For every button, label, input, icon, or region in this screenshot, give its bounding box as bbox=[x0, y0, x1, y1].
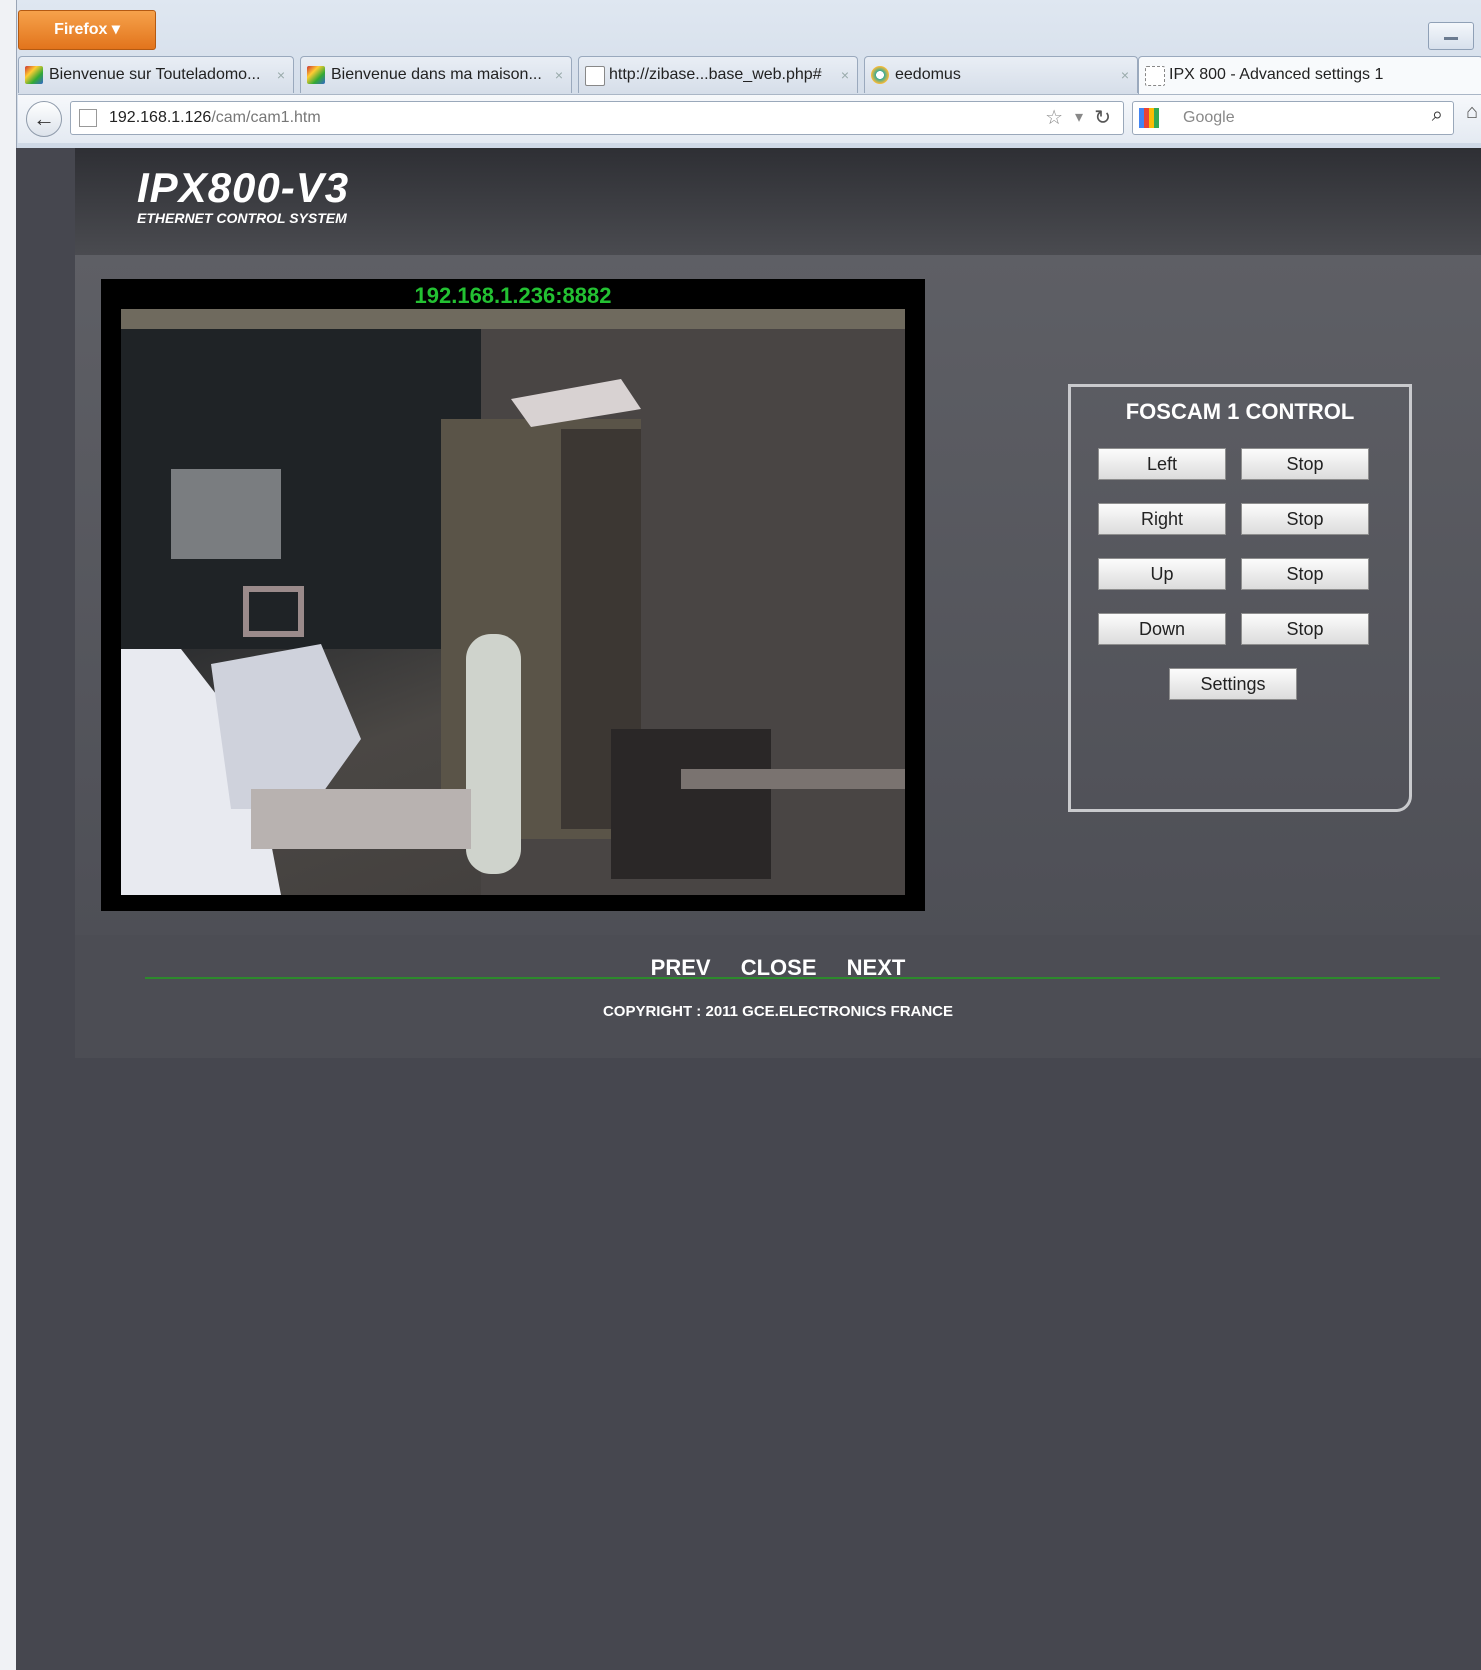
camera-frame: 192.168.1.236:8882 bbox=[101, 279, 925, 911]
site-favicon-icon bbox=[307, 66, 325, 84]
footer-divider bbox=[145, 977, 1440, 979]
search-placeholder: Google bbox=[1183, 109, 1235, 126]
url-host: 192.168.1.126 bbox=[109, 109, 212, 126]
window-left-edge bbox=[0, 0, 17, 1670]
bookmark-star-icon[interactable]: ☆ bbox=[1045, 105, 1063, 130]
pan-right-button[interactable]: Right bbox=[1098, 503, 1226, 535]
foscam-control-box: FOSCAM 1 CONTROL Left Stop Right Stop Up… bbox=[1068, 384, 1412, 812]
tab-eedomus[interactable]: eedomus × bbox=[864, 56, 1138, 93]
tab-zibase[interactable]: http://zibase...base_web.php# × bbox=[578, 56, 858, 93]
tab-ma-maison[interactable]: Bienvenue dans ma maison... × bbox=[300, 56, 572, 93]
tab-label: IPX 800 - Advanced settings 1 bbox=[1169, 66, 1384, 83]
firefox-menu-button[interactable]: Firefox ▾ bbox=[18, 10, 156, 50]
tab-label: eedomus bbox=[895, 66, 961, 83]
page-favicon-icon bbox=[1145, 66, 1165, 86]
url-path: /cam/cam1.htm bbox=[211, 109, 321, 126]
tab-strip: Bienvenue sur Touteladomo... × Bienvenue… bbox=[18, 56, 1481, 95]
pan-left-button[interactable]: Left bbox=[1098, 448, 1226, 480]
site-favicon-icon bbox=[25, 66, 43, 84]
camera-panel: 192.168.1.236:8882 FOSCAM 1 CONTROL Left… bbox=[75, 255, 1481, 935]
address-bar[interactable]: 192.168.1.126/cam/cam1.htm ☆ ▾ ↻ bbox=[70, 101, 1124, 135]
page-icon bbox=[79, 109, 97, 127]
eedomus-favicon-icon bbox=[871, 66, 889, 84]
tab-ipx800-advanced-settings[interactable]: IPX 800 - Advanced settings 1 bbox=[1138, 56, 1481, 95]
reload-icon[interactable]: ↻ bbox=[1094, 105, 1111, 130]
navigation-toolbar: ← 192.168.1.126/cam/cam1.htm ☆ ▾ ↻ Googl… bbox=[18, 94, 1481, 143]
stop-up-button[interactable]: Stop bbox=[1241, 558, 1369, 590]
ipx800-logo: IPX800-V3 bbox=[137, 164, 350, 211]
page-footer: PREV CLOSE NEXT COPYRIGHT : 2011 GCE.ELE… bbox=[75, 935, 1481, 1058]
tab-label: Bienvenue sur Touteladomo... bbox=[49, 66, 261, 83]
control-title: FOSCAM 1 CONTROL bbox=[1125, 399, 1355, 424]
search-icon[interactable]: ⌕ bbox=[1432, 104, 1443, 127]
tab-label: Bienvenue dans ma maison... bbox=[331, 66, 542, 83]
ipx-header: IPX800-V3 ETHERNET CONTROL SYSTEM bbox=[75, 148, 1481, 255]
page-favicon-icon bbox=[585, 66, 605, 86]
copyright-text: COPYRIGHT : 2011 GCE.ELECTRONICS FRANCE bbox=[602, 1003, 954, 1020]
camera-address: 192.168.1.236:8882 bbox=[414, 283, 612, 308]
back-arrow-icon[interactable]: ← bbox=[26, 101, 62, 137]
tab-close-icon[interactable]: × bbox=[841, 57, 849, 93]
camera-video-feed bbox=[121, 309, 905, 895]
google-logo-icon[interactable] bbox=[1139, 108, 1159, 128]
url-text: 192.168.1.126/cam/cam1.htm bbox=[109, 102, 321, 134]
ipx800-logo-subtitle: ETHERNET CONTROL SYSTEM bbox=[137, 210, 347, 226]
tilt-up-button[interactable]: Up bbox=[1098, 558, 1226, 590]
history-dropdown-icon[interactable]: ▾ bbox=[1075, 107, 1083, 127]
home-icon[interactable]: ⌂ bbox=[1466, 101, 1481, 133]
stop-left-button[interactable]: Stop bbox=[1241, 448, 1369, 480]
stop-right-button[interactable]: Stop bbox=[1241, 503, 1369, 535]
tab-label: http://zibase...base_web.php# bbox=[609, 66, 822, 83]
tab-close-icon[interactable]: × bbox=[555, 57, 563, 93]
tab-close-icon[interactable]: × bbox=[277, 57, 285, 93]
tilt-down-button[interactable]: Down bbox=[1098, 613, 1226, 645]
camera-scene bbox=[121, 309, 905, 895]
tab-touteladomo[interactable]: Bienvenue sur Touteladomo... × bbox=[18, 56, 294, 93]
stop-down-button[interactable]: Stop bbox=[1241, 613, 1369, 645]
settings-button[interactable]: Settings bbox=[1169, 668, 1297, 700]
tab-close-icon[interactable]: × bbox=[1121, 57, 1129, 93]
search-box[interactable]: Google ⌕ bbox=[1132, 101, 1454, 135]
minimize-window-button[interactable] bbox=[1428, 22, 1474, 50]
